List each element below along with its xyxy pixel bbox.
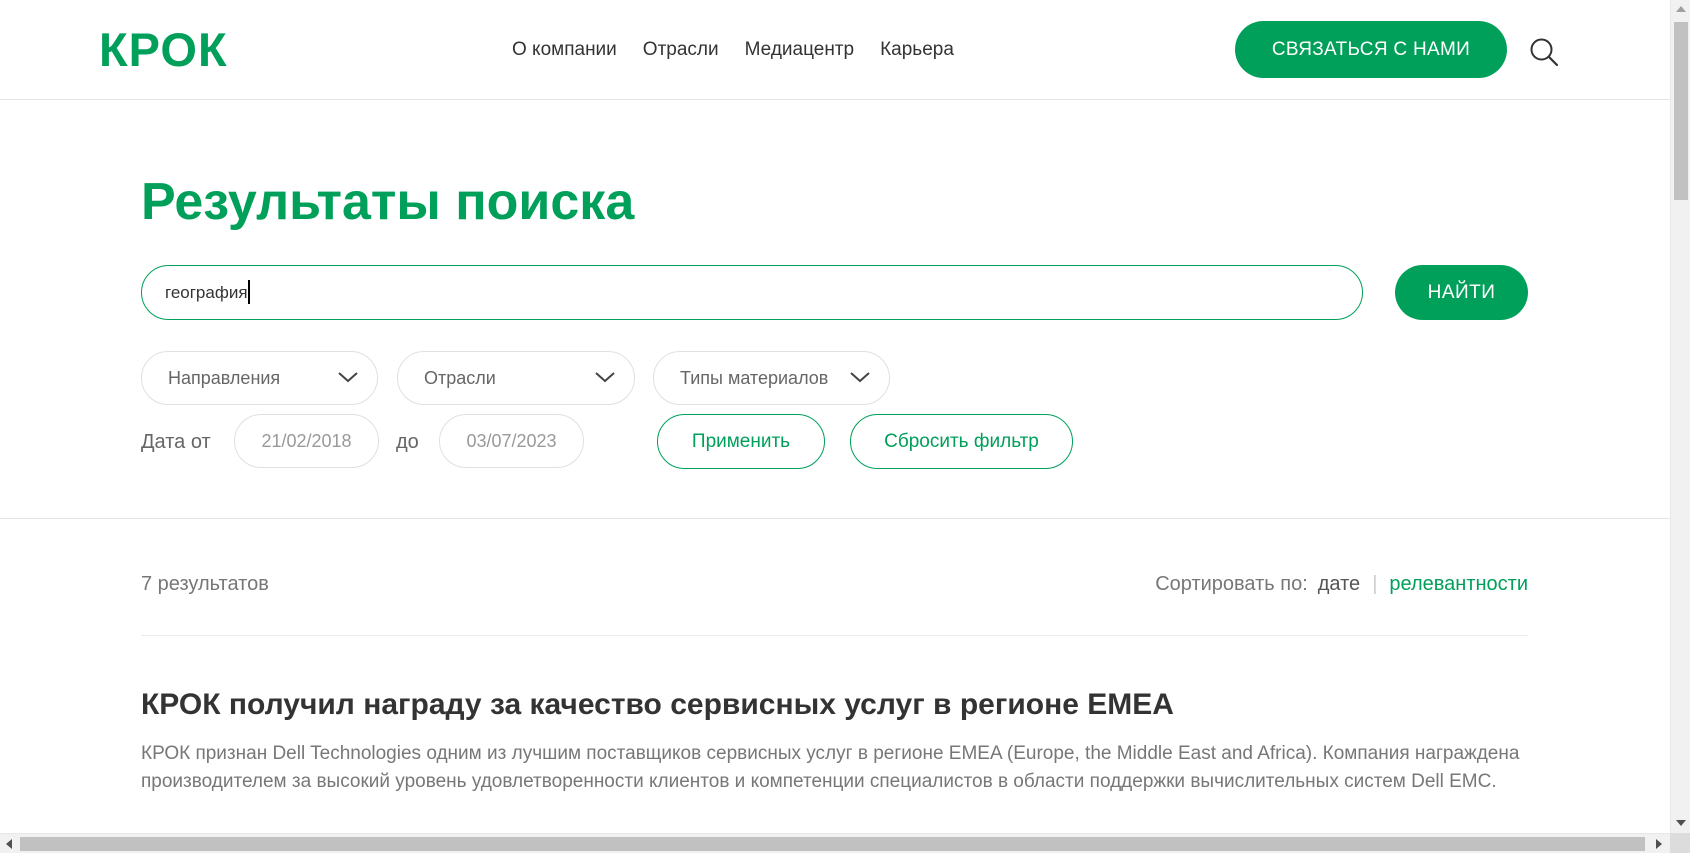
result-meta-cutoff — [141, 826, 441, 833]
search-input[interactable] — [141, 265, 1363, 320]
date-to-input[interactable] — [439, 414, 584, 468]
scroll-up-arrow-icon[interactable] — [1676, 6, 1686, 12]
filter-industries-dropdown[interactable]: Отрасли — [397, 351, 635, 405]
scroll-down-arrow-icon[interactable] — [1676, 820, 1686, 826]
page-title: Результаты поиска — [141, 173, 635, 231]
results-bar: 7 результатов Сортировать по: дате | рел… — [141, 572, 1528, 636]
contact-button[interactable]: СВЯЗАТЬСЯ С НАМИ — [1235, 21, 1507, 78]
horizontal-scroll-thumb[interactable] — [20, 837, 1645, 851]
filter-material-types-label: Типы материалов — [680, 367, 829, 388]
nav-industries[interactable]: Отрасли — [643, 38, 719, 62]
nav-mediacenter[interactable]: Медиацентр — [745, 38, 854, 62]
date-to-label: до — [396, 431, 419, 453]
scroll-right-arrow-icon[interactable] — [1656, 839, 1662, 849]
sort-by-date-link[interactable]: дате — [1318, 572, 1360, 596]
filter-material-types-dropdown[interactable]: Типы материалов — [653, 351, 890, 405]
result-title[interactable]: КРОК получил награду за качество сервисн… — [141, 687, 1174, 723]
date-from-label: Дата от — [141, 431, 211, 453]
results-count: 7 результатов — [141, 573, 269, 595]
page-viewport: КРОК О компании Отрасли Медиацентр Карье… — [0, 0, 1670, 833]
scrollbar-corner — [1670, 833, 1690, 853]
main-nav: О компании Отрасли Медиацентр Карьера — [512, 38, 954, 62]
date-from-input[interactable] — [234, 414, 379, 468]
sort-label: Сортировать по: — [1155, 573, 1308, 595]
sort-by-relevance-link[interactable]: релевантности — [1389, 572, 1528, 596]
chevron-down-icon — [338, 372, 358, 383]
apply-button[interactable]: Применить — [657, 414, 825, 469]
search-icon[interactable] — [1529, 37, 1559, 67]
reset-filter-button[interactable]: Сбросить фильтр — [850, 414, 1073, 469]
nav-about[interactable]: О компании — [512, 38, 617, 62]
sort-controls: Сортировать по: дате | релевантности — [1155, 572, 1528, 596]
filter-industries-label: Отрасли — [424, 367, 496, 388]
logo[interactable]: КРОК — [99, 26, 228, 73]
filter-directions-dropdown[interactable]: Направления — [141, 351, 378, 405]
vertical-scrollbar[interactable] — [1670, 0, 1690, 833]
vertical-scroll-thumb[interactable] — [1674, 22, 1688, 200]
find-button[interactable]: НАЙТИ — [1395, 265, 1528, 320]
horizontal-scrollbar[interactable] — [0, 833, 1670, 853]
chevron-down-icon — [850, 372, 870, 383]
text-caret — [248, 280, 250, 304]
site-header: КРОК О компании Отрасли Медиацентр Карье… — [0, 0, 1670, 100]
chevron-down-icon — [595, 372, 615, 383]
scroll-left-arrow-icon[interactable] — [6, 839, 12, 849]
search-section: Результаты поиска НАЙТИ Направления Отра… — [0, 100, 1670, 519]
sort-separator: | — [1372, 573, 1378, 595]
nav-career[interactable]: Карьера — [880, 38, 954, 62]
filter-directions-label: Направления — [168, 367, 281, 388]
result-description: КРОК признан Dell Technologies одним из … — [141, 743, 1520, 792]
